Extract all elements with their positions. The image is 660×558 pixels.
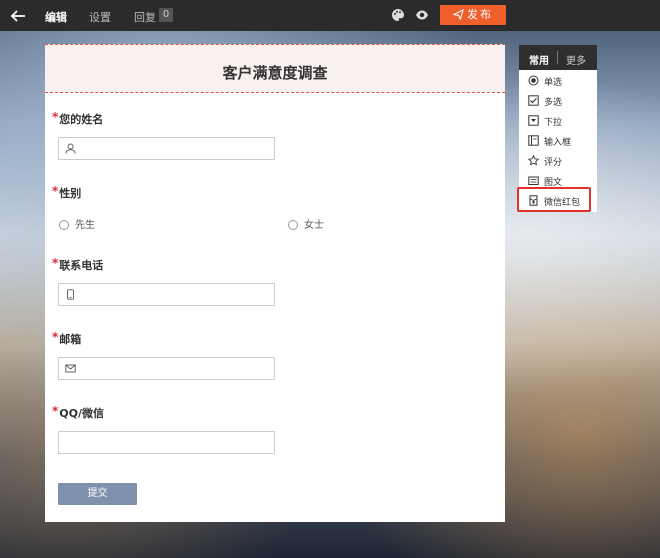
palette-item-textbox[interactable]: 输入框 <box>519 131 597 150</box>
top-toolbar: 编辑 设置 回复 0 发布 <box>0 0 660 31</box>
form-title: 客户满意度调查 <box>222 64 328 82</box>
phone-icon <box>67 289 74 300</box>
question-gender-label: *性别 <box>52 184 82 200</box>
back-arrow-icon[interactable] <box>8 6 28 26</box>
preview-eye-icon[interactable] <box>415 8 429 22</box>
survey-form: 客户满意度调查 *您的姓名 *性别 先生 女士 *联系电话 *邮箱 *QQ/微信… <box>45 44 505 522</box>
radio-icon <box>528 75 539 86</box>
question-qq-wechat-label: *QQ/微信 <box>52 404 105 420</box>
tab-edit[interactable]: 编辑 <box>45 9 67 25</box>
palette-item-dropdown[interactable]: 下拉 <box>519 111 597 130</box>
send-icon <box>452 8 464 21</box>
required-mark: * <box>52 330 59 344</box>
user-icon <box>65 143 76 154</box>
question-phone-label: *联系电话 <box>52 256 104 272</box>
image-text-icon <box>528 176 539 185</box>
required-mark: * <box>52 110 59 124</box>
question-name-label: *您的姓名 <box>52 110 104 126</box>
phone-input[interactable] <box>58 283 275 306</box>
publish-label: 发布 <box>467 8 493 21</box>
palette-tab-more[interactable]: 更多 <box>566 52 586 67</box>
palette-tab-common[interactable]: 常用 <box>529 52 549 67</box>
submit-button[interactable]: 提交 <box>58 483 137 505</box>
textbox-icon <box>528 135 539 146</box>
palette-item-checkbox[interactable]: 多选 <box>519 91 597 110</box>
mail-icon <box>65 364 76 373</box>
email-input[interactable] <box>58 357 275 380</box>
publish-button[interactable]: 发布 <box>440 5 506 25</box>
palette-item-radio[interactable]: 单选 <box>519 71 597 90</box>
checkbox-icon <box>528 95 539 106</box>
radio-circle <box>288 220 298 230</box>
required-mark: * <box>52 184 59 198</box>
tab-settings[interactable]: 设置 <box>89 9 111 25</box>
radio-option-mr[interactable]: 先生 <box>59 216 95 231</box>
radio-option-ms[interactable]: 女士 <box>288 216 324 231</box>
palette-tabs: 常用 更多 <box>519 45 597 70</box>
reply-count-badge: 0 <box>159 8 173 22</box>
star-icon <box>528 155 539 166</box>
tab-replies[interactable]: 回复 <box>134 9 156 25</box>
dropdown-icon <box>528 115 539 126</box>
name-input[interactable] <box>58 137 275 160</box>
required-mark: * <box>52 404 59 418</box>
divider <box>557 51 558 64</box>
palette-icon[interactable] <box>391 8 405 22</box>
highlight-annotation <box>517 187 591 212</box>
required-mark: * <box>52 256 59 270</box>
palette-item-rating[interactable]: 评分 <box>519 151 597 170</box>
question-email-label: *邮箱 <box>52 330 82 346</box>
radio-circle <box>59 220 69 230</box>
qq-wechat-input[interactable] <box>58 431 275 454</box>
form-header[interactable]: 客户满意度调查 <box>45 44 505 93</box>
